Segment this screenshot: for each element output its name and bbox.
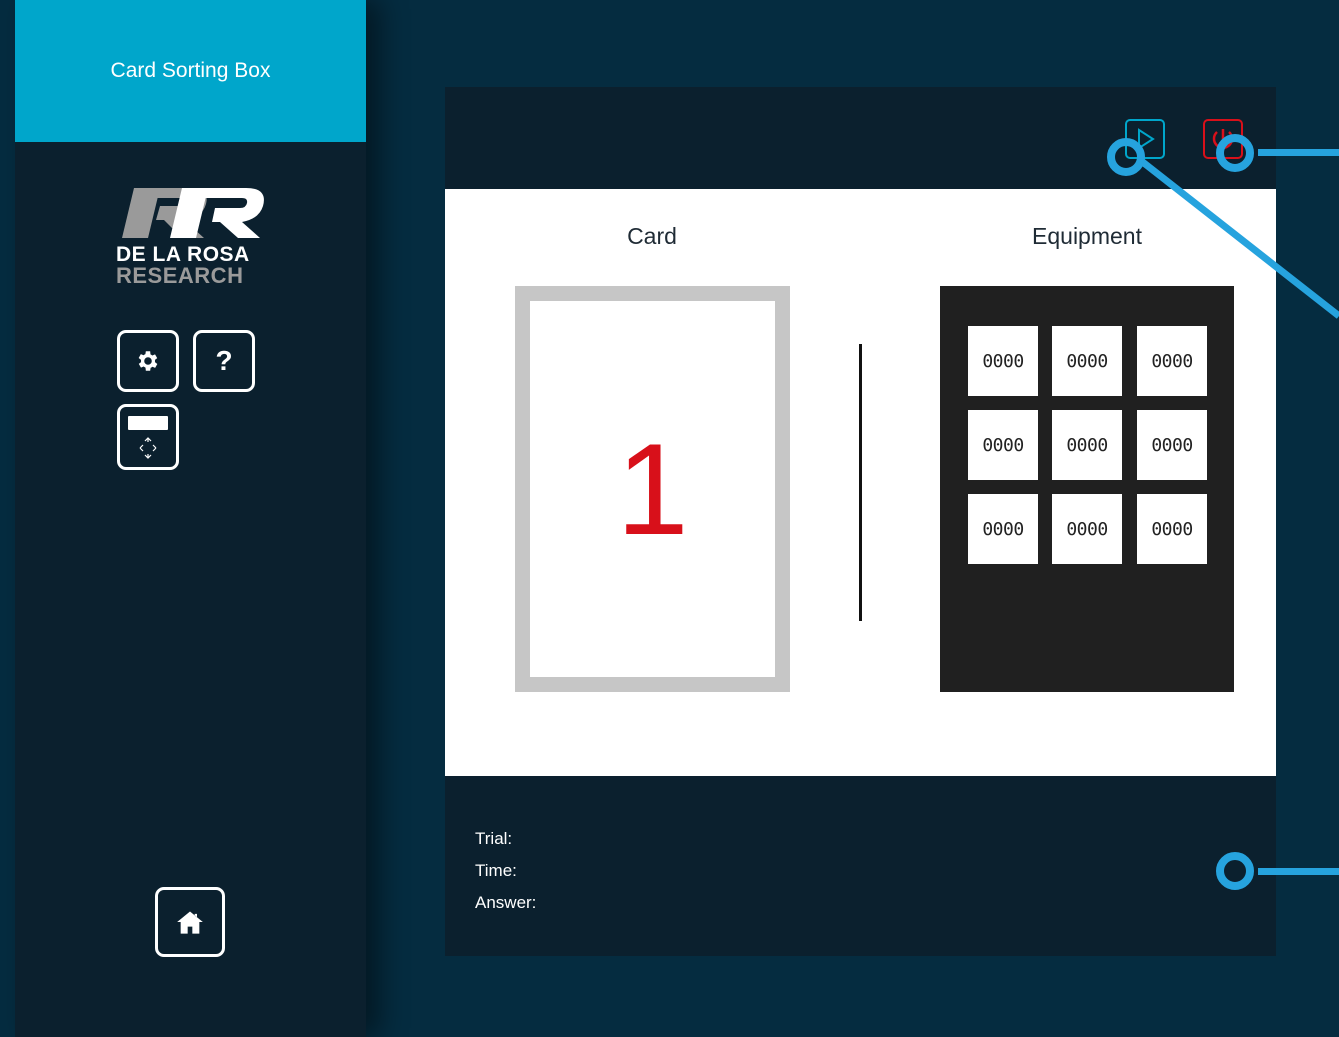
equipment-cell: 0000: [1137, 410, 1207, 480]
trial-label: Trial:: [475, 829, 513, 848]
home-icon: [177, 911, 203, 934]
callout-ring-play: [1107, 138, 1145, 176]
equipment-cell: 0000: [968, 410, 1038, 480]
equipment-cell: 0000: [1052, 326, 1122, 396]
callout-line-play: [1137, 157, 1339, 319]
equipment-panel: 0000 0000 0000 0000 0000 0000 0000 0000 …: [940, 286, 1234, 692]
equipment-cell: 0000: [1052, 494, 1122, 564]
callout-ring-status: [1216, 852, 1254, 890]
status-panel: Trial: Time: Answer:: [475, 823, 536, 919]
divider: [859, 344, 862, 621]
equipment-cell: 0000: [968, 494, 1038, 564]
equipment-cell: 0000: [968, 326, 1038, 396]
settings-button[interactable]: [117, 330, 179, 392]
help-button[interactable]: ?: [193, 330, 255, 392]
card-face: 1: [530, 301, 775, 677]
home-button[interactable]: [155, 887, 225, 957]
equipment-cell: 0000: [1052, 410, 1122, 480]
logo-text-secondary: RESEARCH: [116, 263, 244, 288]
question-icon: ?: [215, 345, 233, 376]
card-frame: 1: [515, 286, 790, 692]
sidebar: Card Sorting Box DE LA ROSA RESEARCH ?: [15, 0, 366, 1037]
gear-icon: [138, 351, 158, 371]
display-button[interactable]: [117, 404, 179, 470]
card-number: 1: [616, 416, 689, 562]
card-column-title: Card: [627, 223, 677, 249]
time-label: Time:: [475, 861, 517, 880]
equipment-cell: 0000: [1137, 494, 1207, 564]
equipment-cell: 0000: [1137, 326, 1207, 396]
app-title: Card Sorting Box: [15, 0, 366, 142]
display-icon: [128, 416, 168, 459]
answer-label: Answer:: [475, 893, 537, 912]
callout-line-status: [1258, 868, 1339, 875]
